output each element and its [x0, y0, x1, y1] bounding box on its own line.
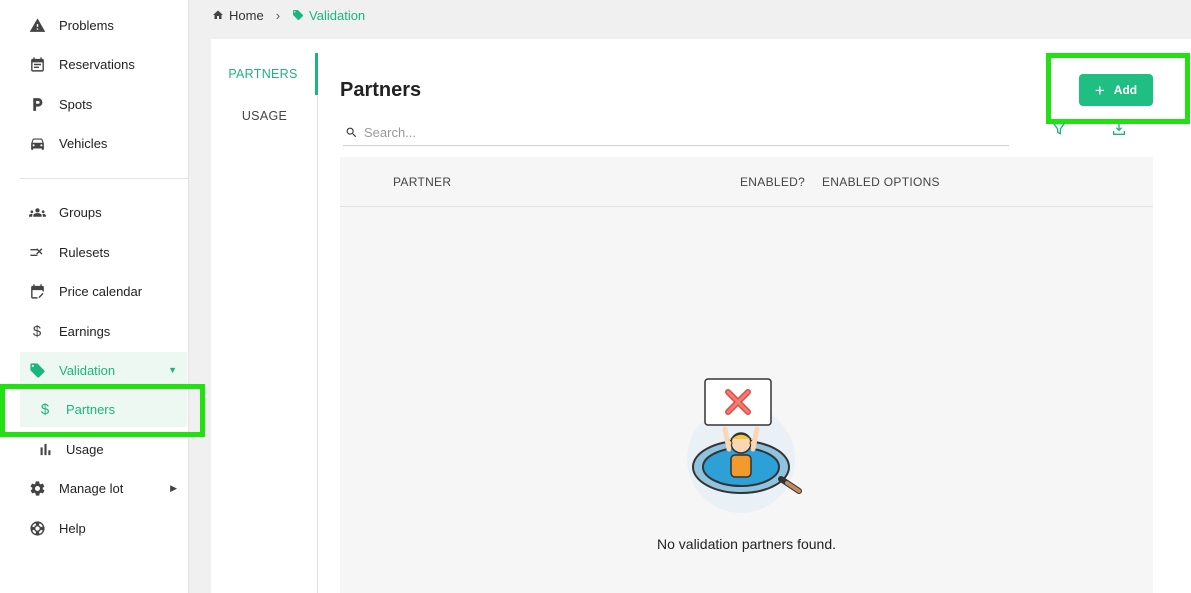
tab-usage[interactable]: USAGE — [211, 95, 318, 137]
download-icon[interactable] — [1111, 121, 1127, 137]
breadcrumb-current-label: Validation — [309, 7, 366, 23]
main-card: PARTNERS USAGE Partners + Add PARTNER EN… — [211, 39, 1191, 593]
sidebar-item-label: Rulesets — [59, 244, 110, 260]
gear-icon — [28, 479, 46, 497]
tab-list: PARTNERS USAGE — [211, 53, 318, 593]
search-input[interactable] — [364, 124, 984, 140]
sidebar-item-usage[interactable]: Usage — [20, 431, 187, 467]
sidebar-item-rulesets[interactable]: Rulesets — [20, 234, 187, 270]
add-button-label: Add — [1113, 83, 1138, 97]
sidebar-item-problems[interactable]: Problems — [20, 7, 187, 43]
sidebar-item-earnings[interactable]: $ Earnings — [20, 313, 187, 349]
groups-icon — [28, 203, 46, 221]
filter-icon[interactable] — [1051, 121, 1067, 137]
sidebar-item-label: Vehicles — [59, 135, 108, 151]
lifebuoy-icon — [28, 519, 46, 537]
tab-partners[interactable]: PARTNERS — [211, 53, 318, 95]
table-header: PARTNER ENABLED? ENABLED OPTIONS — [340, 157, 1153, 207]
search-icon — [343, 126, 364, 139]
breadcrumb-current: Validation — [292, 8, 365, 23]
empty-state-message: No validation partners found. — [657, 536, 836, 552]
sidebar-item-reservations[interactable]: Reservations — [20, 46, 187, 82]
caret-right-icon: ▶ — [170, 482, 177, 493]
empty-state-illustration — [687, 378, 802, 513]
car-icon — [28, 134, 46, 152]
warning-icon — [28, 16, 46, 34]
sidebar-item-label: Groups — [59, 204, 102, 220]
tag-icon — [292, 9, 304, 21]
bar-chart-icon — [36, 440, 54, 458]
sidebar-item-label: Price calendar — [59, 283, 143, 299]
sidebar-item-spots[interactable]: Spots — [20, 86, 187, 122]
chevron-right-icon: › — [275, 7, 281, 23]
plus-icon: + — [1094, 80, 1105, 100]
breadcrumb-home[interactable]: Home — [229, 8, 264, 23]
column-header-options[interactable]: ENABLED OPTIONS — [822, 175, 940, 189]
table-body: No validation partners found. — [340, 207, 1153, 593]
sidebar-item-label: Help — [59, 520, 86, 536]
breadcrumb: Home › Validation — [212, 7, 365, 23]
dollar-icon: $ — [40, 400, 50, 418]
sidebar-item-label: Spots — [59, 96, 93, 112]
sidebar-item-manage-lot[interactable]: Manage lot ▶ — [20, 470, 187, 506]
sidebar-item-label: Reservations — [59, 56, 135, 72]
sidebar-item-partners[interactable]: $ Partners — [20, 391, 187, 427]
caret-down-icon: ▼ — [168, 365, 177, 375]
sidebar: Problems Reservations Spots Vehicles Gro… — [0, 0, 189, 593]
column-header-partner[interactable]: PARTNER — [393, 175, 451, 189]
sidebar-item-validation[interactable]: Validation ▼ — [20, 352, 187, 388]
ruleset-icon — [28, 243, 46, 261]
page-title: Partners — [340, 79, 422, 101]
sidebar-item-label: Validation — [59, 362, 116, 378]
parking-icon — [28, 95, 46, 113]
sidebar-item-help[interactable]: Help — [20, 510, 187, 546]
calendar-edit-icon — [28, 282, 46, 300]
sidebar-divider — [20, 178, 188, 179]
tag-icon — [28, 361, 46, 379]
sidebar-item-groups[interactable]: Groups — [20, 194, 187, 230]
search-bar — [343, 119, 1009, 146]
calendar-icon — [28, 55, 46, 73]
sidebar-item-label: Earnings — [59, 323, 111, 339]
sidebar-item-label: Partners — [66, 401, 116, 417]
sidebar-item-vehicles[interactable]: Vehicles — [20, 125, 187, 161]
sidebar-item-label: Problems — [59, 17, 114, 33]
dollar-icon: $ — [32, 322, 42, 340]
sidebar-item-label: Manage lot — [59, 480, 124, 496]
add-button[interactable]: + Add — [1079, 74, 1153, 106]
sidebar-item-price-calendar[interactable]: Price calendar — [20, 273, 187, 309]
home-icon — [212, 9, 224, 21]
column-header-enabled[interactable]: ENABLED? — [740, 175, 805, 189]
sidebar-item-label: Usage — [66, 441, 104, 457]
